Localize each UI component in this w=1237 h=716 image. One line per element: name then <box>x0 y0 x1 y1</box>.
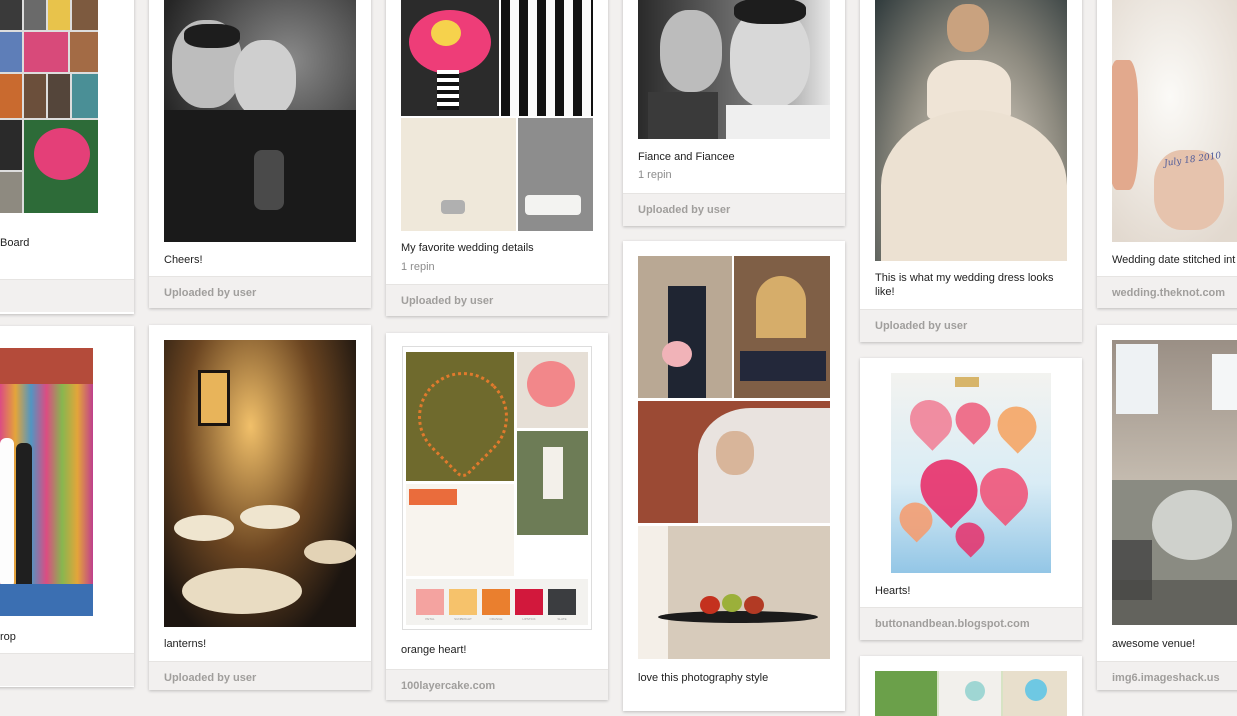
pin-card[interactable]: love this photography style <box>623 241 845 711</box>
pin-image[interactable] <box>164 340 356 627</box>
pin-card[interactable]: My favorite wedding details 1 repin Uplo… <box>386 0 608 316</box>
pin-image[interactable] <box>875 0 1067 261</box>
pin-caption: This is what my wedding dress looks like… <box>875 272 1054 298</box>
pin-card[interactable]: awesome venue! img6.imageshack.us <box>1097 325 1237 690</box>
pin-image[interactable] <box>0 0 98 213</box>
pin-card[interactable]: This is what my wedding dress looks like… <box>860 0 1082 342</box>
pin-repin-count: 1 repin <box>638 169 672 181</box>
pin-source[interactable]: Uploaded by user <box>623 193 845 226</box>
palette-label: ORANGE <box>489 617 503 621</box>
pin-source[interactable]: user <box>0 279 134 312</box>
palette-swatch <box>416 589 444 615</box>
pin-source[interactable]: img6.imageshack.us <box>1097 661 1237 690</box>
pin-image[interactable] <box>0 348 93 616</box>
pin-card[interactable]: Fiance and Fiancee 1 repin Uploaded by u… <box>623 0 845 226</box>
pin-image[interactable]: PETAL SUNBRIGHT ORANGE LIPSTICK SLATE <box>403 347 591 629</box>
palette-swatch <box>548 589 576 615</box>
pin-image[interactable] <box>891 373 1051 573</box>
pin-source[interactable]: Uploaded by user <box>149 661 371 690</box>
pin-card[interactable] <box>860 656 1082 716</box>
palette-swatch <box>482 589 510 615</box>
pin-caption: Wedding date stitched int <box>1112 254 1236 266</box>
pin-repin-count: 1 repin <box>401 261 435 273</box>
palette-label: PETAL <box>425 617 435 621</box>
palette-label: SUNBRIGHT <box>454 617 472 621</box>
palette-swatch <box>449 589 477 615</box>
pin-card[interactable]: Board user <box>0 0 134 314</box>
pin-card[interactable]: lanterns! Uploaded by user <box>149 325 371 690</box>
pin-caption: Fiance and Fiancee <box>638 151 735 163</box>
pin-source[interactable]: buttonandbean.blogspot.com <box>860 607 1082 640</box>
pin-card[interactable]: rop com <box>0 326 134 687</box>
pin-caption: Cheers! <box>164 254 203 266</box>
pin-card[interactable]: PETAL SUNBRIGHT ORANGE LIPSTICK SLATE or… <box>386 333 608 700</box>
pin-card[interactable]: Cheers! Uploaded by user <box>149 0 371 308</box>
pin-caption: orange heart! <box>401 644 467 656</box>
pin-caption: awesome venue! <box>1112 638 1196 650</box>
pin-source[interactable]: wedding.theknot.com <box>1097 276 1237 308</box>
pin-image[interactable] <box>638 256 830 659</box>
pin-source[interactable]: Uploaded by user <box>386 284 608 316</box>
pin-caption: My favorite wedding details <box>401 242 534 254</box>
pin-card[interactable]: Hearts! buttonandbean.blogspot.com <box>860 358 1082 640</box>
palette-label: SLATE <box>557 617 567 621</box>
pin-caption: lanterns! <box>164 638 207 650</box>
pin-source[interactable]: Uploaded by user <box>149 276 371 308</box>
pin-image[interactable] <box>638 0 830 139</box>
pin-image[interactable] <box>1112 340 1237 625</box>
pin-caption: love this photography style <box>638 672 769 684</box>
palette-label: LIPSTICK <box>522 617 536 621</box>
pin-source[interactable]: 100layercake.com <box>386 669 608 700</box>
pin-caption: rop <box>0 631 16 643</box>
pin-image[interactable] <box>875 671 1067 716</box>
pin-source[interactable]: Uploaded by user <box>860 309 1082 342</box>
palette-swatch <box>515 589 543 615</box>
pin-image[interactable] <box>164 0 356 242</box>
pin-image[interactable]: July 18 2010 <box>1112 0 1237 242</box>
pin-card[interactable]: July 18 2010 Wedding date stitched int w… <box>1097 0 1237 308</box>
pin-caption: Board <box>0 237 30 249</box>
pin-source[interactable]: com <box>0 653 134 686</box>
pin-image[interactable] <box>401 0 593 231</box>
pin-caption: Hearts! <box>875 585 911 597</box>
